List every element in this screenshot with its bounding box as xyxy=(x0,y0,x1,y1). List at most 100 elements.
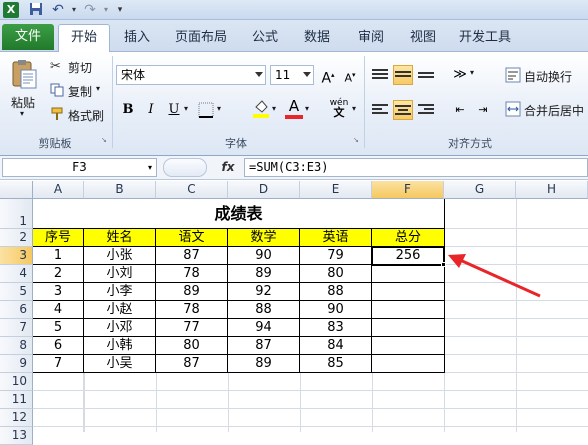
borders-icon[interactable] xyxy=(198,102,214,118)
orientation-icon[interactable]: ≫ xyxy=(450,65,470,85)
increase-indent-icon[interactable]: ⇥ xyxy=(473,100,493,120)
italic-button[interactable]: I xyxy=(141,100,161,120)
table-cell-c5[interactable]: 89 xyxy=(156,283,228,301)
table-cell-e7[interactable]: 83 xyxy=(300,319,372,337)
cut-icon[interactable]: ✂ xyxy=(50,60,64,74)
row-header-6[interactable]: 6 xyxy=(0,301,33,319)
table-cell-e9[interactable]: 85 xyxy=(300,355,372,373)
tab-page-layout[interactable]: 页面布局 xyxy=(168,26,234,52)
format-painter-button[interactable]: 格式刷 xyxy=(68,107,104,124)
table-cell-e6[interactable]: 90 xyxy=(300,301,372,319)
column-header-d[interactable]: D xyxy=(228,181,300,199)
tab-data[interactable]: 数据 xyxy=(294,26,340,52)
column-header-b[interactable]: B xyxy=(84,181,156,199)
copy-icon[interactable] xyxy=(50,83,64,97)
table-cell-e3[interactable]: 79 xyxy=(300,247,372,265)
table-cell-d8[interactable]: 87 xyxy=(228,337,300,355)
customize-icon[interactable]: ▾ xyxy=(112,2,128,18)
table-cell-b7[interactable]: 小邓 xyxy=(84,319,156,337)
table-cell-a5[interactable]: 3 xyxy=(33,283,84,301)
table-header-a[interactable]: 序号 xyxy=(33,229,84,247)
decrease-indent-icon[interactable]: ⇤ xyxy=(450,100,470,120)
grow-font-icon[interactable]: A▴ xyxy=(318,65,338,87)
row-header-8[interactable]: 8 xyxy=(0,337,33,355)
tab-view[interactable]: 视图 xyxy=(400,26,446,52)
column-header-e[interactable]: E xyxy=(300,181,372,199)
formula-divider-handle[interactable] xyxy=(163,158,207,177)
table-cell-d3[interactable]: 90 xyxy=(228,247,300,265)
table-cell-b5[interactable]: 小李 xyxy=(84,283,156,301)
tab-file[interactable]: 文件 xyxy=(2,24,54,50)
merge-center-button[interactable]: 合并后居中 xyxy=(524,102,584,119)
fill-color-icon[interactable] xyxy=(252,99,270,119)
table-cell-d6[interactable]: 88 xyxy=(228,301,300,319)
table-cell-d9[interactable]: 89 xyxy=(228,355,300,373)
font-name-combo[interactable]: 宋体 xyxy=(116,65,266,85)
row-header-12[interactable]: 12 xyxy=(0,409,33,427)
cut-button[interactable]: 剪切 xyxy=(68,59,92,76)
fill-color-dropdown-icon[interactable]: ▾ xyxy=(272,104,276,113)
format-painter-icon[interactable] xyxy=(50,107,64,121)
row-header-9[interactable]: 9 xyxy=(0,355,33,373)
orientation-dropdown-icon[interactable]: ▾ xyxy=(470,68,474,77)
borders-dropdown-icon[interactable]: ▾ xyxy=(217,104,221,113)
wrap-text-icon[interactable] xyxy=(505,67,521,83)
phonetic-icon[interactable]: wén 文 xyxy=(328,98,350,120)
excel-icon[interactable]: X xyxy=(3,2,19,18)
table-cell-d7[interactable]: 94 xyxy=(228,319,300,337)
table-cell-c3[interactable]: 87 xyxy=(156,247,228,265)
redo-icon[interactable]: ↷ xyxy=(82,2,98,18)
row-header-11[interactable]: 11 xyxy=(0,391,33,409)
undo-dropdown-icon[interactable]: ▾ xyxy=(66,2,82,18)
table-cell-f6[interactable] xyxy=(372,301,445,319)
font-color-dropdown-icon[interactable]: ▾ xyxy=(305,104,309,113)
font-size-combo[interactable]: 11 xyxy=(270,65,314,85)
paste-dropdown-icon[interactable]: ▾ xyxy=(20,109,24,118)
table-cell-c8[interactable]: 80 xyxy=(156,337,228,355)
table-cell-c7[interactable]: 77 xyxy=(156,319,228,337)
underline-dropdown-icon[interactable]: ▾ xyxy=(184,104,188,113)
tab-home[interactable]: 开始 xyxy=(58,24,110,54)
table-title[interactable]: 成绩表 xyxy=(33,199,445,229)
table-cell-e4[interactable]: 80 xyxy=(300,265,372,283)
table-cell-f8[interactable] xyxy=(372,337,445,355)
table-cell-f5[interactable] xyxy=(372,283,445,301)
font-launcher-icon[interactable]: ↘ xyxy=(353,136,361,144)
table-cell-d4[interactable]: 89 xyxy=(228,265,300,283)
table-cell-a7[interactable]: 5 xyxy=(33,319,84,337)
row-header-7[interactable]: 7 xyxy=(0,319,33,337)
table-header-d[interactable]: 数学 xyxy=(228,229,300,247)
align-center-icon[interactable] xyxy=(393,100,413,120)
row-header-5[interactable]: 5 xyxy=(0,283,33,301)
table-cell-c4[interactable]: 78 xyxy=(156,265,228,283)
copy-button[interactable]: 复制 xyxy=(68,83,92,100)
table-cell-d5[interactable]: 92 xyxy=(228,283,300,301)
table-header-c[interactable]: 语文 xyxy=(156,229,228,247)
tab-insert[interactable]: 插入 xyxy=(114,26,160,52)
table-cell-a8[interactable]: 6 xyxy=(33,337,84,355)
row-header-13[interactable]: 13 xyxy=(0,427,33,445)
table-header-f[interactable]: 总分 xyxy=(372,229,445,247)
row-header-4[interactable]: 4 xyxy=(0,265,33,283)
phonetic-dropdown-icon[interactable]: ▾ xyxy=(352,104,356,113)
insert-function-button[interactable]: fx xyxy=(215,158,241,177)
table-cell-b3[interactable]: 小张 xyxy=(84,247,156,265)
table-cell-a6[interactable]: 4 xyxy=(33,301,84,319)
save-icon[interactable] xyxy=(28,2,44,18)
column-header-h[interactable]: H xyxy=(516,181,588,199)
align-middle-icon[interactable] xyxy=(393,65,413,85)
table-cell-f7[interactable] xyxy=(372,319,445,337)
font-color-icon[interactable]: A xyxy=(285,98,303,120)
column-header-c[interactable]: C xyxy=(156,181,228,199)
merge-center-icon[interactable] xyxy=(505,101,521,117)
table-cell-c6[interactable]: 78 xyxy=(156,301,228,319)
column-header-f[interactable]: F xyxy=(372,181,444,199)
shrink-font-icon[interactable]: A▾ xyxy=(340,65,360,85)
copy-dropdown-icon[interactable]: ▾ xyxy=(96,84,100,93)
column-header-a[interactable]: A xyxy=(33,181,84,199)
align-right-icon[interactable] xyxy=(416,100,436,120)
paste-icon[interactable] xyxy=(10,58,38,90)
table-cell-b8[interactable]: 小韩 xyxy=(84,337,156,355)
align-bottom-icon[interactable] xyxy=(416,65,436,85)
align-top-icon[interactable] xyxy=(370,65,390,85)
